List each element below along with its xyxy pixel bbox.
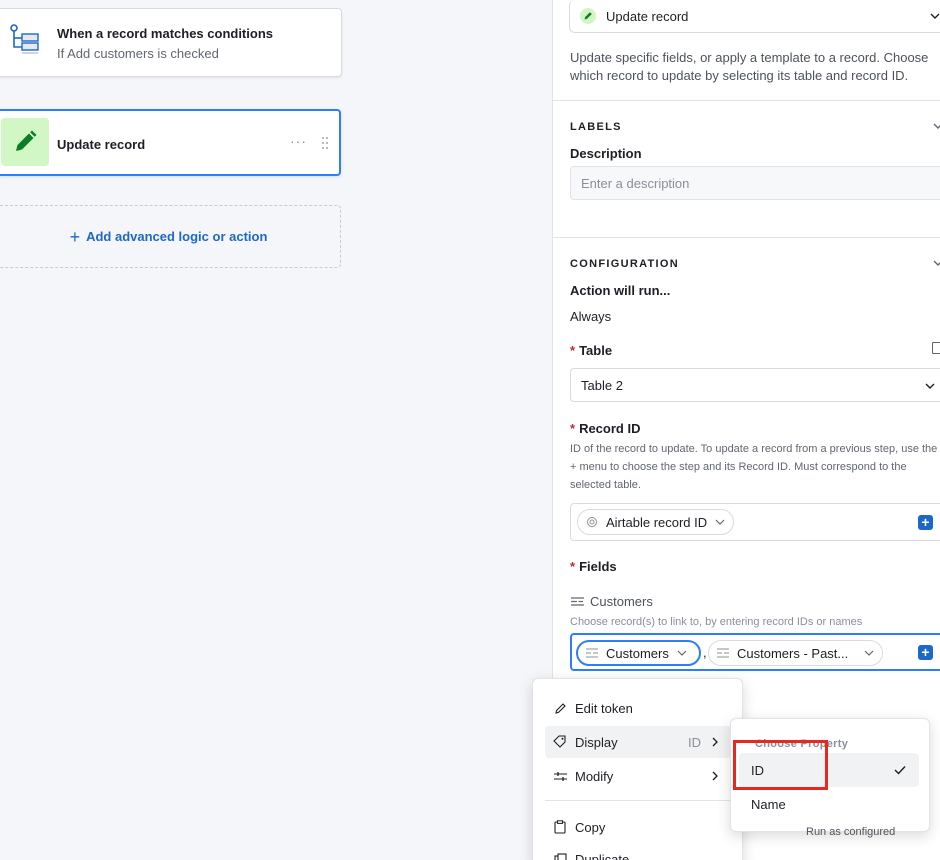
property-option-name[interactable]: Name xyxy=(739,787,919,821)
record-id-token[interactable]: Airtable record ID xyxy=(577,509,735,535)
menu-item-modify[interactable]: Modify xyxy=(545,760,731,792)
chevron-down-icon xyxy=(930,13,940,19)
configuration-heading: CONFIGURATION xyxy=(570,258,679,270)
pencil-icon xyxy=(1,118,49,166)
menu-item-edit-token[interactable]: Edit token xyxy=(545,692,731,724)
chevron-right-icon xyxy=(712,771,718,781)
trigger-title: When a record matches conditions xyxy=(57,26,273,41)
record-id-token-input[interactable]: Airtable record ID + xyxy=(570,503,940,541)
menu-item-display[interactable]: Display ID xyxy=(545,726,731,758)
drag-handle-icon[interactable] xyxy=(321,136,329,150)
link-field-icon xyxy=(717,648,729,658)
clipboard-icon xyxy=(553,820,567,834)
action-card-update-record[interactable]: Update record ··· xyxy=(0,109,341,176)
record-id-help: ID of the record to update. To update a … xyxy=(570,443,938,491)
fingerprint-icon xyxy=(587,517,597,527)
plus-icon: + xyxy=(69,226,81,247)
add-step-label: Add advanced logic or action xyxy=(86,229,268,244)
menu-item-copy[interactable]: Copy xyxy=(545,811,731,843)
pencil-icon xyxy=(580,8,596,24)
customers-field-name: Customers xyxy=(571,594,653,609)
fields-label: * Fields xyxy=(570,559,617,574)
run-condition-value[interactable]: Always xyxy=(570,309,611,324)
duplicate-icon xyxy=(553,852,567,860)
trigger-conditions-icon xyxy=(10,24,39,54)
customers-past-token[interactable]: Customers - Past... xyxy=(708,640,884,666)
customers-field-help: Choose record(s) to link to, by entering… xyxy=(570,616,863,628)
table-select[interactable]: Table 2 xyxy=(570,368,940,402)
open-table-icon[interactable] xyxy=(932,342,940,354)
checkmark-icon xyxy=(894,766,906,775)
action-type-select[interactable]: Update record xyxy=(569,0,940,33)
pencil-icon xyxy=(553,701,567,715)
insert-token-plus-button[interactable]: + xyxy=(918,515,933,530)
action-title: Update record xyxy=(57,137,146,152)
link-field-icon xyxy=(586,648,598,658)
description-label: Description xyxy=(570,146,642,161)
table-select-value: Table 2 xyxy=(581,377,623,393)
chevron-down-icon xyxy=(925,383,935,389)
chevron-right-icon xyxy=(712,737,718,747)
trigger-card[interactable]: When a record matches conditions If Add … xyxy=(0,8,342,77)
customers-token[interactable]: Customers xyxy=(576,640,701,666)
trigger-subtitle: If Add customers is checked xyxy=(57,46,219,61)
more-options-icon[interactable]: ··· xyxy=(290,133,307,149)
chevron-down-icon xyxy=(677,650,687,656)
labels-heading: LABELS xyxy=(570,121,622,133)
add-advanced-logic-button[interactable]: + Add advanced logic or action xyxy=(0,205,341,268)
tag-icon xyxy=(553,735,567,749)
menu-separator xyxy=(545,800,731,801)
insert-token-plus-button[interactable]: + xyxy=(918,645,933,660)
customers-token-input[interactable]: Customers , Customers - Past... + xyxy=(570,633,940,671)
table-label: * Table xyxy=(570,343,613,358)
record-id-label: * Record ID xyxy=(570,421,641,436)
action-description: Update specific fields, or apply a templ… xyxy=(570,50,929,83)
run-condition-label: Action will run... xyxy=(570,283,671,298)
chevron-down-icon xyxy=(864,650,874,656)
chevron-down-icon[interactable] xyxy=(933,258,940,268)
token-context-menu: Edit token Display ID Modify Copy Duplic… xyxy=(532,678,743,860)
divider xyxy=(553,100,940,101)
chevron-down-icon[interactable] xyxy=(933,121,940,131)
automation-canvas: When a record matches conditions If Add … xyxy=(0,0,552,860)
display-current-value: ID xyxy=(688,734,701,750)
link-field-icon xyxy=(571,597,584,606)
highlight-annotation-box xyxy=(733,740,828,790)
token-separator: , xyxy=(703,645,707,660)
action-type-value: Update record xyxy=(606,8,689,24)
sliders-icon xyxy=(553,769,567,783)
chevron-down-icon xyxy=(715,519,725,525)
divider xyxy=(553,237,940,238)
run-as-label: Run as configured xyxy=(806,826,896,838)
menu-item-duplicate[interactable]: Duplicate xyxy=(545,843,731,860)
description-input[interactable] xyxy=(570,166,940,200)
